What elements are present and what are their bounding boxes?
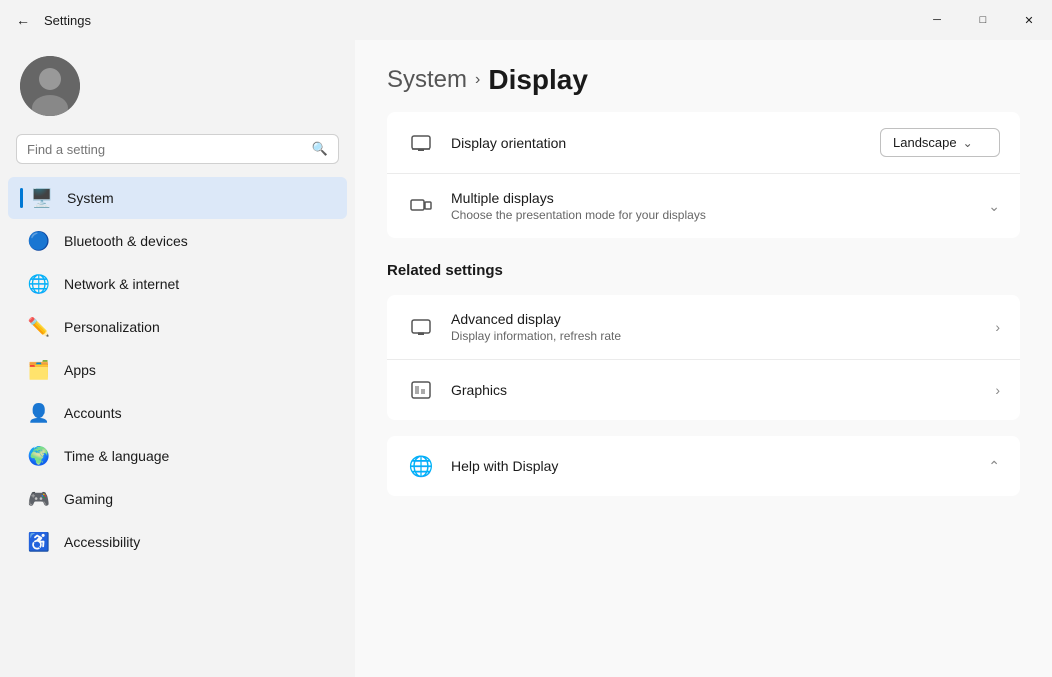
breadcrumb-current: Display	[488, 64, 588, 96]
related-row-graphics[interactable]: Graphics ›	[387, 360, 1020, 420]
sidebar-item-system[interactable]: 🖥️ System	[8, 177, 347, 219]
setting-row-orientation[interactable]: Display orientation Landscape ⌄	[387, 112, 1020, 174]
sidebar-item-gaming-label: Gaming	[64, 491, 113, 507]
breadcrumb: System › Display	[387, 64, 1020, 96]
window-title: Settings	[44, 13, 91, 28]
orientation-chevron-icon: ⌄	[963, 136, 973, 150]
help-text: Help with Display	[451, 458, 972, 474]
bluetooth-icon: 🔵	[28, 230, 50, 252]
sidebar-item-accessibility-label: Accessibility	[64, 534, 140, 550]
sidebar-item-accounts-label: Accounts	[64, 405, 122, 421]
avatar-area	[0, 40, 355, 128]
help-display-row[interactable]: 🌐 Help with Display ⌃	[387, 436, 1020, 496]
graphics-arrow: ›	[995, 382, 1000, 398]
nav-list: 🖥️ System 🔵 Bluetooth & devices 🌐 Network & i…	[0, 176, 355, 564]
time-icon: 🌍	[28, 445, 50, 467]
help-icon: 🌐	[407, 452, 435, 480]
sidebar-item-bluetooth[interactable]: 🔵 Bluetooth & devices	[8, 220, 347, 262]
graphics-icon	[407, 376, 435, 404]
search-box[interactable]: 🔍	[16, 134, 339, 164]
sidebar-item-gaming[interactable]: 🎮 Gaming	[8, 478, 347, 520]
orientation-dropdown-label: Landscape	[893, 135, 957, 150]
sidebar-item-system-label: System	[67, 190, 114, 206]
orientation-control: Landscape ⌄	[880, 128, 1000, 157]
advanced-display-desc: Display information, refresh rate	[451, 329, 979, 343]
sidebar-item-apps[interactable]: 🗂️ Apps	[8, 349, 347, 391]
maximize-button[interactable]: □	[960, 0, 1006, 40]
personalization-icon: ✏️	[28, 316, 50, 338]
active-indicator	[20, 188, 23, 208]
help-control: ⌃	[988, 458, 1000, 475]
advanced-display-arrow-icon: ›	[995, 319, 1000, 335]
system-icon: 🖥️	[31, 187, 53, 209]
orientation-title: Display orientation	[451, 135, 864, 151]
titlebar: ← Settings ─ □ ✕	[0, 0, 1052, 40]
sidebar-item-personalization[interactable]: ✏️ Personalization	[8, 306, 347, 348]
accessibility-icon: ♿	[28, 531, 50, 553]
sidebar-item-time-label: Time & language	[64, 448, 169, 464]
graphics-title: Graphics	[451, 382, 979, 398]
accounts-icon: 👤	[28, 402, 50, 424]
orientation-text: Display orientation	[451, 135, 864, 151]
sidebar-item-accessibility[interactable]: ♿ Accessibility	[8, 521, 347, 563]
sidebar-item-bluetooth-label: Bluetooth & devices	[64, 233, 188, 249]
sidebar: 🔍 🖥️ System 🔵 Bluetooth & devices 🌐 Network &…	[0, 40, 355, 677]
sidebar-item-personalization-label: Personalization	[64, 319, 160, 335]
multiple-displays-control: ⌄	[988, 198, 1000, 215]
sidebar-item-time[interactable]: 🌍 Time & language	[8, 435, 347, 477]
advanced-display-arrow: ›	[995, 319, 1000, 335]
apps-icon: 🗂️	[28, 359, 50, 381]
multiple-displays-desc: Choose the presentation mode for your di…	[451, 208, 972, 222]
back-button[interactable]: ←	[12, 12, 34, 28]
advanced-display-title: Advanced display	[451, 311, 979, 327]
graphics-arrow-icon: ›	[995, 382, 1000, 398]
titlebar-controls: ─ □ ✕	[914, 0, 1052, 40]
setting-row-multiple-displays[interactable]: Multiple displays Choose the presentation…	[387, 174, 1020, 238]
multiple-displays-title: Multiple displays	[451, 190, 972, 206]
related-settings-section: Advanced display Display information, ref…	[387, 295, 1020, 420]
gaming-icon: 🎮	[28, 488, 50, 510]
advanced-display-icon	[407, 313, 435, 341]
orientation-icon	[407, 129, 435, 157]
network-icon: 🌐	[28, 273, 50, 295]
multiple-displays-expand-icon: ⌄	[988, 198, 1000, 215]
sidebar-item-network[interactable]: 🌐 Network & internet	[8, 263, 347, 305]
sidebar-item-network-label: Network & internet	[64, 276, 179, 292]
sidebar-item-accounts[interactable]: 👤 Accounts	[8, 392, 347, 434]
titlebar-left: ← Settings	[12, 12, 91, 28]
orientation-dropdown[interactable]: Landscape ⌄	[880, 128, 1000, 157]
minimize-button[interactable]: ─	[914, 0, 960, 40]
main-content: System › Display Display orientation Land…	[355, 40, 1052, 677]
related-settings-label: Related settings	[387, 262, 1020, 279]
avatar[interactable]	[20, 56, 80, 116]
help-title: Help with Display	[451, 458, 972, 474]
help-expand-icon: ⌃	[988, 458, 1000, 475]
help-section: 🌐 Help with Display ⌃	[387, 436, 1020, 496]
search-input[interactable]	[27, 142, 304, 157]
sidebar-item-apps-label: Apps	[64, 362, 96, 378]
breadcrumb-parent: System	[387, 66, 467, 94]
search-icon: 🔍	[312, 141, 328, 157]
main-settings-section: Display orientation Landscape ⌄ Multiple di…	[387, 112, 1020, 238]
app-body: 🔍 🖥️ System 🔵 Bluetooth & devices 🌐 Network &…	[0, 40, 1052, 677]
close-button[interactable]: ✕	[1006, 0, 1052, 40]
graphics-text: Graphics	[451, 382, 979, 398]
multiple-displays-icon	[407, 192, 435, 220]
advanced-display-text: Advanced display Display information, ref…	[451, 311, 979, 343]
multiple-displays-text: Multiple displays Choose the presentation…	[451, 190, 972, 222]
breadcrumb-chevron-icon: ›	[475, 71, 480, 89]
related-row-advanced-display[interactable]: Advanced display Display information, ref…	[387, 295, 1020, 360]
